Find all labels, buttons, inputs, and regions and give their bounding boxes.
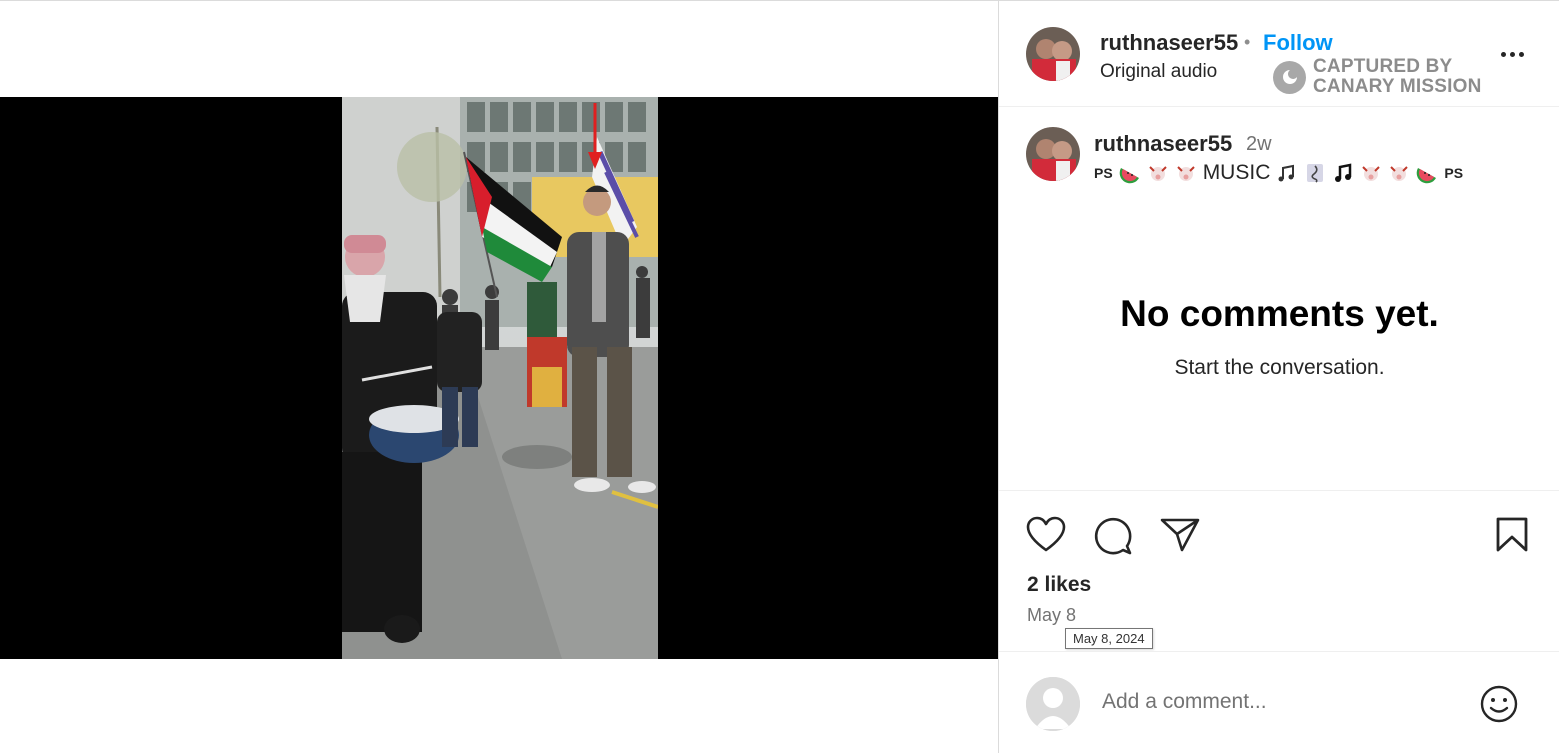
music-note-icon (1335, 163, 1352, 182)
separator-dot: • (1244, 32, 1251, 52)
profile-photo (1026, 27, 1080, 81)
watermark-line2: CANARY MISSION (1313, 76, 1482, 97)
header-username[interactable]: ruthnaseer55 (1100, 30, 1238, 56)
treble-clef-icon (1307, 164, 1324, 183)
caption-music-word: MUSIC (1202, 161, 1271, 184)
video-frame (342, 97, 658, 659)
caption-ps-right: PS (1444, 165, 1464, 181)
emoji-icon[interactable] (1479, 684, 1519, 724)
watermelon-emoji-icon (1417, 168, 1437, 184)
comment-icon[interactable] (1093, 516, 1133, 556)
bookmark-icon[interactable] (1495, 516, 1529, 554)
post-dialog: ruthnaseer55 • Follow Original audio CAP… (0, 0, 1559, 753)
post-side-panel: ruthnaseer55 • Follow Original audio CAP… (998, 1, 1559, 753)
no-comments-subtitle: Start the conversation. (1174, 356, 1385, 379)
music-notes-icon (1278, 164, 1295, 182)
canary-logo-icon (1273, 60, 1306, 94)
video-still-image (342, 97, 658, 659)
watermark-line1: CAPTURED BY (1313, 56, 1453, 77)
watermelon-emoji-icon (1119, 168, 1139, 184)
follow-button[interactable]: Follow (1263, 30, 1333, 56)
current-user-avatar (1026, 677, 1080, 731)
more-icon (1500, 51, 1506, 57)
more-options-button[interactable] (1497, 39, 1527, 69)
ox-emoji-icon (1362, 166, 1381, 181)
caption-avatar[interactable] (1026, 127, 1080, 181)
profile-photo (1026, 127, 1080, 181)
comment-bar (999, 651, 1559, 753)
video-player[interactable] (0, 97, 998, 659)
default-avatar-icon (1026, 677, 1080, 731)
ox-emoji-icon (1148, 166, 1167, 181)
media-area (0, 1, 998, 753)
audio-link[interactable]: Original audio (1100, 61, 1217, 83)
caption-ps-left: PS (1094, 165, 1113, 181)
ox-emoji-icon (1176, 166, 1195, 181)
share-icon[interactable] (1160, 516, 1200, 554)
caption-text: PS MUSIC PS (1094, 161, 1463, 185)
heart-icon[interactable] (1026, 516, 1066, 554)
comment-input[interactable] (1102, 690, 1452, 714)
caption-username[interactable]: ruthnaseer55 (1094, 131, 1232, 157)
ox-emoji-icon (1390, 166, 1409, 181)
date-tooltip: May 8, 2024 (1065, 628, 1153, 649)
likes-count[interactable]: 2 likes (1027, 573, 1091, 597)
header-avatar[interactable] (1026, 27, 1080, 81)
post-header: ruthnaseer55 • Follow Original audio CAP… (999, 1, 1559, 107)
caption-timestamp[interactable]: 2w (1246, 133, 1272, 156)
no-comments-title: No comments yet. (1120, 293, 1439, 334)
watermark: CAPTURED BY CANARY MISSION (1273, 57, 1482, 97)
post-date[interactable]: May 8 (1027, 605, 1076, 626)
action-bar: 2 likes May 8 May 8, 2024 (999, 490, 1559, 650)
